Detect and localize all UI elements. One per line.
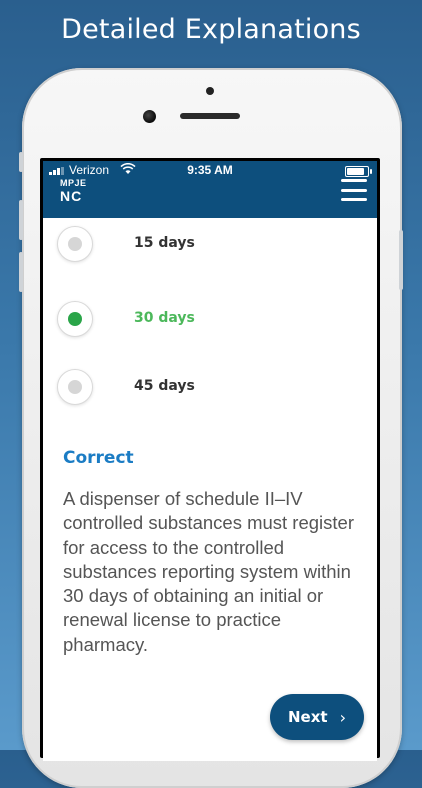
app-screen: Verizon 9:35 AM MPJE NC 15 days 30 days [43, 161, 377, 761]
power-button [399, 230, 403, 290]
volume-up-button [19, 200, 23, 240]
radio-button-selected[interactable] [57, 301, 93, 337]
volume-down-button [19, 252, 23, 292]
answer-option-label: 45 days [134, 378, 195, 394]
proximity-sensor [206, 87, 214, 95]
radio-button[interactable] [57, 369, 93, 405]
app-header: Verizon 9:35 AM MPJE NC [43, 161, 377, 218]
status-time: 9:35 AM [187, 163, 233, 177]
answer-option-15-days[interactable]: 15 days [57, 226, 357, 266]
radio-button[interactable] [57, 226, 93, 262]
battery-icon [345, 166, 372, 177]
chevron-right-icon: › [339, 707, 346, 727]
front-camera [143, 110, 156, 123]
next-button-label: Next [288, 708, 328, 726]
app-logo[interactable]: MPJE NC [60, 178, 87, 204]
result-heading: Correct [63, 448, 134, 468]
promo-caption: Detailed Explanations [61, 14, 361, 45]
answer-option-45-days[interactable]: 45 days [57, 369, 357, 409]
answer-option-label: 30 days [134, 310, 195, 326]
earpiece-speaker [180, 113, 240, 119]
silent-switch [19, 152, 23, 172]
answer-option-label: 15 days [134, 235, 195, 251]
logo-bottom-text: NC [60, 188, 83, 204]
logo-top-text: MPJE [60, 178, 87, 188]
hamburger-menu-icon[interactable] [341, 179, 367, 201]
answer-option-30-days[interactable]: 30 days [57, 301, 357, 341]
explanation-text: A dispenser of schedule II–IV controlled… [63, 488, 354, 655]
next-button[interactable]: Next › [270, 694, 364, 740]
status-bar: Verizon 9:35 AM [43, 163, 377, 179]
battery-level [347, 168, 365, 175]
